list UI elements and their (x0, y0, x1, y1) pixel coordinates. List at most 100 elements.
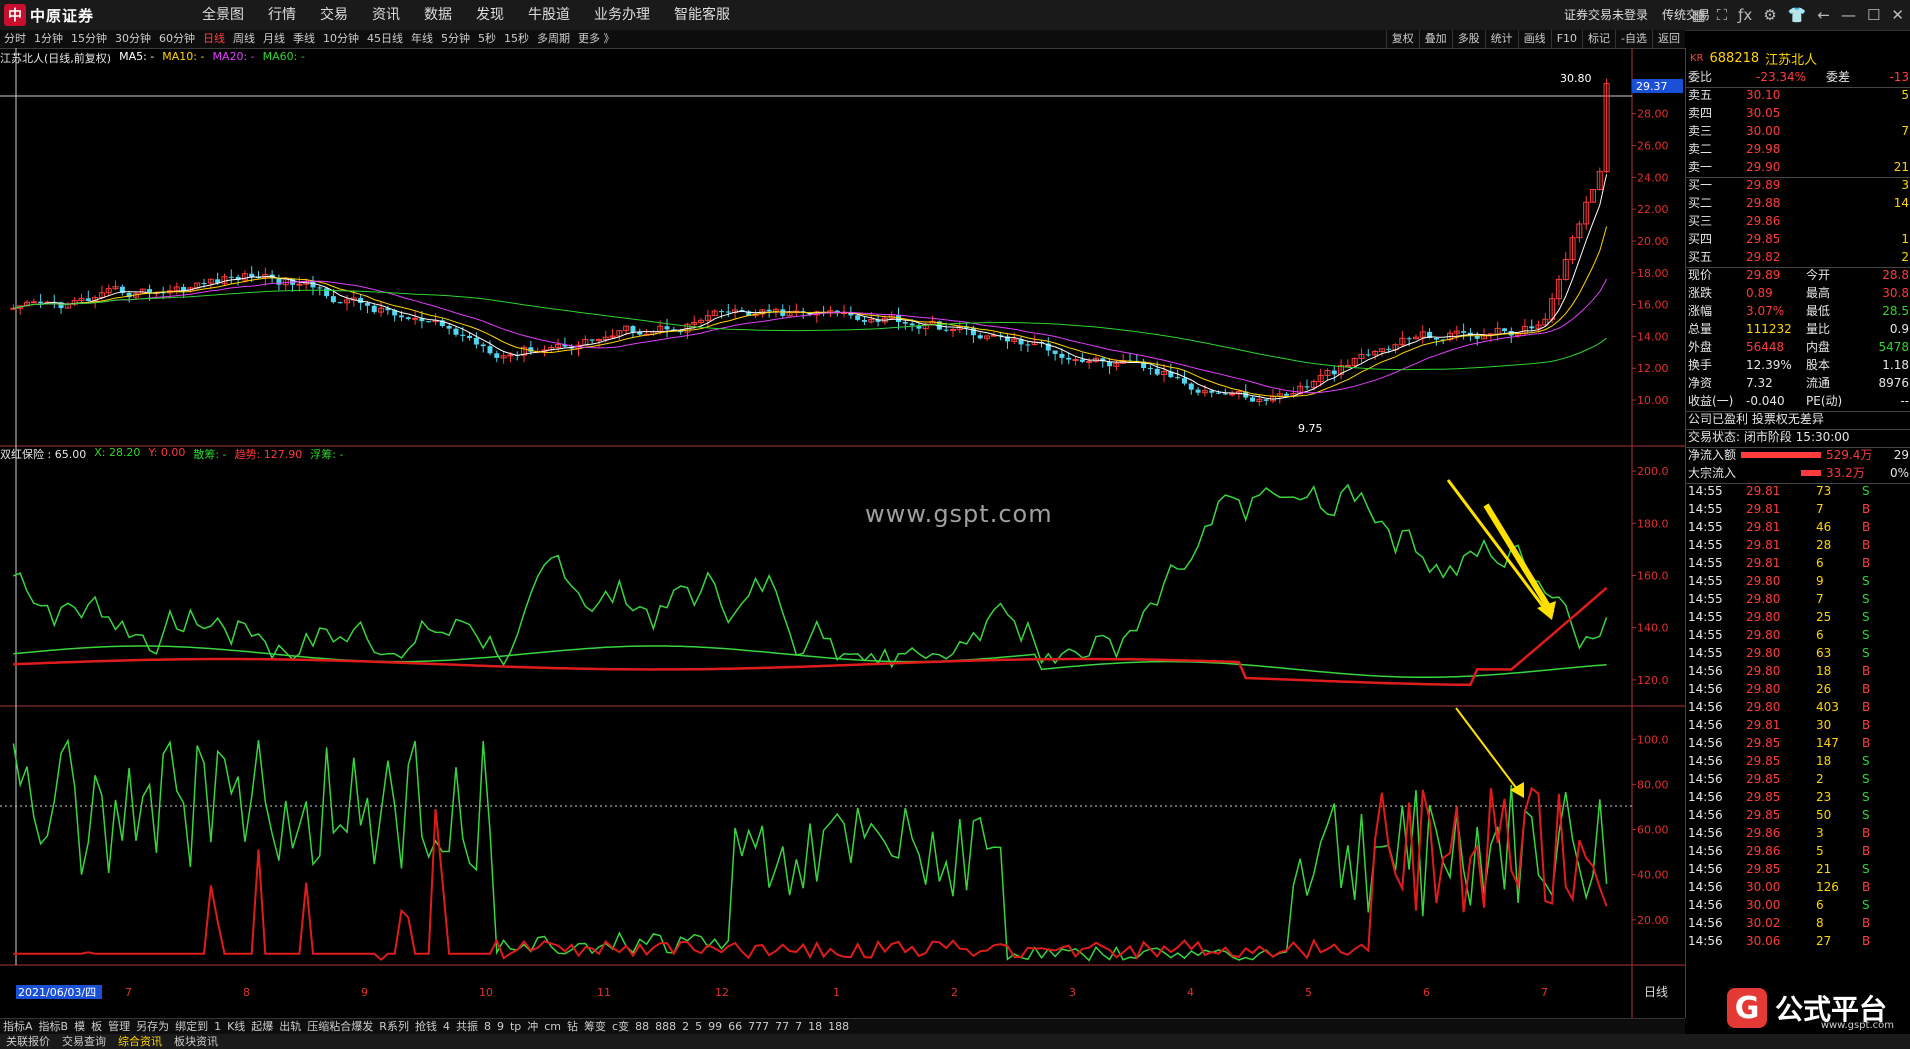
login-status-link[interactable]: 证券交易未登录 (1564, 0, 1648, 30)
webi-value: -23.34% (1756, 70, 1807, 84)
period-14[interactable]: 15秒 (500, 30, 533, 48)
tick-side: B (1862, 556, 1871, 570)
weicha-value: -13 (1889, 70, 1909, 84)
indicator-button-26[interactable]: 2 (679, 1019, 692, 1035)
indicator-button-24[interactable]: 88 (632, 1019, 652, 1035)
tool-4[interactable]: 画线 (1517, 30, 1551, 48)
shirt-icon[interactable]: 👕 (1788, 0, 1807, 30)
indicator-button-18[interactable]: tp (507, 1019, 524, 1035)
period-11[interactable]: 年线 (407, 30, 437, 48)
indicator-button-1[interactable]: 指标B (36, 1019, 72, 1035)
back-icon[interactable]: ← (1817, 0, 1830, 30)
indicator-button-19[interactable]: 冲 (524, 1019, 541, 1035)
indicator-button-14[interactable]: 4 (440, 1019, 453, 1035)
period-1[interactable]: 1分钟 (30, 30, 67, 48)
stock-chart[interactable]: 28.00 26.00 24.00 22.00 20.00 18.00 16.00 14.00… (0, 48, 1685, 1018)
tick-volume: 8 (1816, 916, 1824, 930)
fullscreen-icon[interactable]: ⛶ (1717, 0, 1728, 30)
period-16[interactable]: 更多 》 (574, 30, 619, 48)
candle-body (276, 278, 282, 285)
tick-side: B (1862, 538, 1871, 552)
indicator-button-25[interactable]: 888 (652, 1019, 679, 1035)
period-10[interactable]: 45日线 (363, 30, 407, 48)
indicator-button-23[interactable]: c变 (609, 1019, 632, 1035)
tool-3[interactable]: 统计 (1484, 30, 1518, 48)
buy-vol: 14 (1893, 196, 1909, 210)
indicator-qushi: 趋势: 127.90 (234, 448, 303, 461)
period-7[interactable]: 月线 (259, 30, 289, 48)
indicator-button-17[interactable]: 9 (494, 1019, 507, 1035)
grid-icon[interactable]: ▦ (1691, 0, 1705, 30)
indicator-button-10[interactable]: 出轨 (276, 1019, 304, 1035)
minimize-icon[interactable]: — (1841, 0, 1856, 30)
menu-item-2[interactable]: 交易 (308, 0, 360, 30)
period-8[interactable]: 季线 (289, 30, 319, 48)
menu-item-3[interactable]: 资讯 (360, 0, 412, 30)
tool-0[interactable]: 复权 (1385, 30, 1419, 48)
bottom-tab-3[interactable]: 板块资讯 (168, 1034, 224, 1049)
close-icon[interactable]: ✕ (1891, 0, 1904, 30)
tick-side: B (1862, 934, 1871, 948)
indicator-button-33[interactable]: 18 (805, 1019, 825, 1035)
period-2[interactable]: 15分钟 (67, 30, 111, 48)
period-13[interactable]: 5秒 (474, 30, 500, 48)
tool-2[interactable]: 多股 (1451, 30, 1485, 48)
period-5[interactable]: 日线 (199, 30, 229, 48)
indicator-button-4[interactable]: 管理 (105, 1019, 133, 1035)
indicator-button-29[interactable]: 66 (725, 1019, 745, 1035)
maximize-icon[interactable]: ☐ (1867, 0, 1880, 30)
menu-item-0[interactable]: 全景图 (190, 0, 256, 30)
stat-label2: 股本 (1806, 358, 1831, 372)
indicator-button-32[interactable]: 7 (792, 1019, 805, 1035)
period-3[interactable]: 30分钟 (111, 30, 155, 48)
indicator-button-21[interactable]: 钻 (564, 1019, 581, 1035)
bottom-tab-2[interactable]: 综合资讯 (112, 1034, 168, 1049)
menu-item-7[interactable]: 业务办理 (582, 0, 662, 30)
indicator-button-7[interactable]: 1 (211, 1019, 224, 1035)
brand-badge: G 公式平台 www.gspt.com (1727, 984, 1902, 1032)
menu-item-5[interactable]: 发现 (464, 0, 516, 30)
period-15[interactable]: 多周期 (533, 30, 574, 48)
menu-item-8[interactable]: 智能客服 (662, 0, 742, 30)
indicator-button-15[interactable]: 共振 (453, 1019, 481, 1035)
period-9[interactable]: 10分钟 (319, 30, 363, 48)
indicator-button-12[interactable]: R系列 (376, 1019, 412, 1035)
indicator-button-8[interactable]: K线 (224, 1019, 248, 1035)
candle-body (467, 335, 473, 339)
indicator-button-2[interactable]: 模 (71, 1019, 88, 1035)
indicator-button-11[interactable]: 压缩粘合爆发 (304, 1019, 376, 1035)
gear-icon[interactable]: ⚙ (1763, 0, 1776, 30)
indicator-button-31[interactable]: 77 (772, 1019, 792, 1035)
tool-6[interactable]: 标记 (1582, 30, 1615, 48)
tool-1[interactable]: 叠加 (1418, 30, 1452, 48)
menu-item-6[interactable]: 牛股道 (516, 0, 582, 30)
indicator-button-13[interactable]: 抢钱 (412, 1019, 440, 1035)
menu-item-1[interactable]: 行情 (256, 0, 308, 30)
indicator-button-0[interactable]: 指标A (0, 1019, 36, 1035)
indicator-button-34[interactable]: 188 (825, 1019, 852, 1035)
period-6[interactable]: 周线 (229, 30, 259, 48)
indicator-button-27[interactable]: 5 (692, 1019, 705, 1035)
indicator-button-9[interactable]: 起爆 (248, 1019, 276, 1035)
indicator-button-5[interactable]: 另存为 (133, 1019, 172, 1035)
formula-icon[interactable]: ƒx (1738, 0, 1752, 30)
indicator-button-6[interactable]: 绑定到 (172, 1019, 211, 1035)
bottom-tab-1[interactable]: 交易查询 (56, 1034, 112, 1049)
indicator-button-3[interactable]: 板 (88, 1019, 105, 1035)
indicator-button-16[interactable]: 8 (481, 1019, 494, 1035)
indicator-button-20[interactable]: cm (541, 1019, 564, 1035)
tool-8[interactable]: 返回 (1652, 30, 1685, 48)
period-0[interactable]: 分时 (0, 30, 30, 48)
ma5-label: MA5: - (119, 50, 155, 63)
bottom-tab-0[interactable]: 关联报价 (0, 1034, 56, 1049)
buy-label: 买二 (1688, 196, 1713, 210)
indicator-button-30[interactable]: 777 (745, 1019, 772, 1035)
tool-7[interactable]: -自选 (1615, 30, 1652, 48)
indicator-button-28[interactable]: 99 (705, 1019, 725, 1035)
menu-item-4[interactable]: 数据 (412, 0, 464, 30)
indicator-button-22[interactable]: 筹变 (581, 1019, 609, 1035)
tool-5[interactable]: F10 (1550, 30, 1582, 48)
indicator2-green-line (12, 738, 1608, 962)
period-12[interactable]: 5分钟 (437, 30, 474, 48)
period-4[interactable]: 60分钟 (155, 30, 199, 48)
